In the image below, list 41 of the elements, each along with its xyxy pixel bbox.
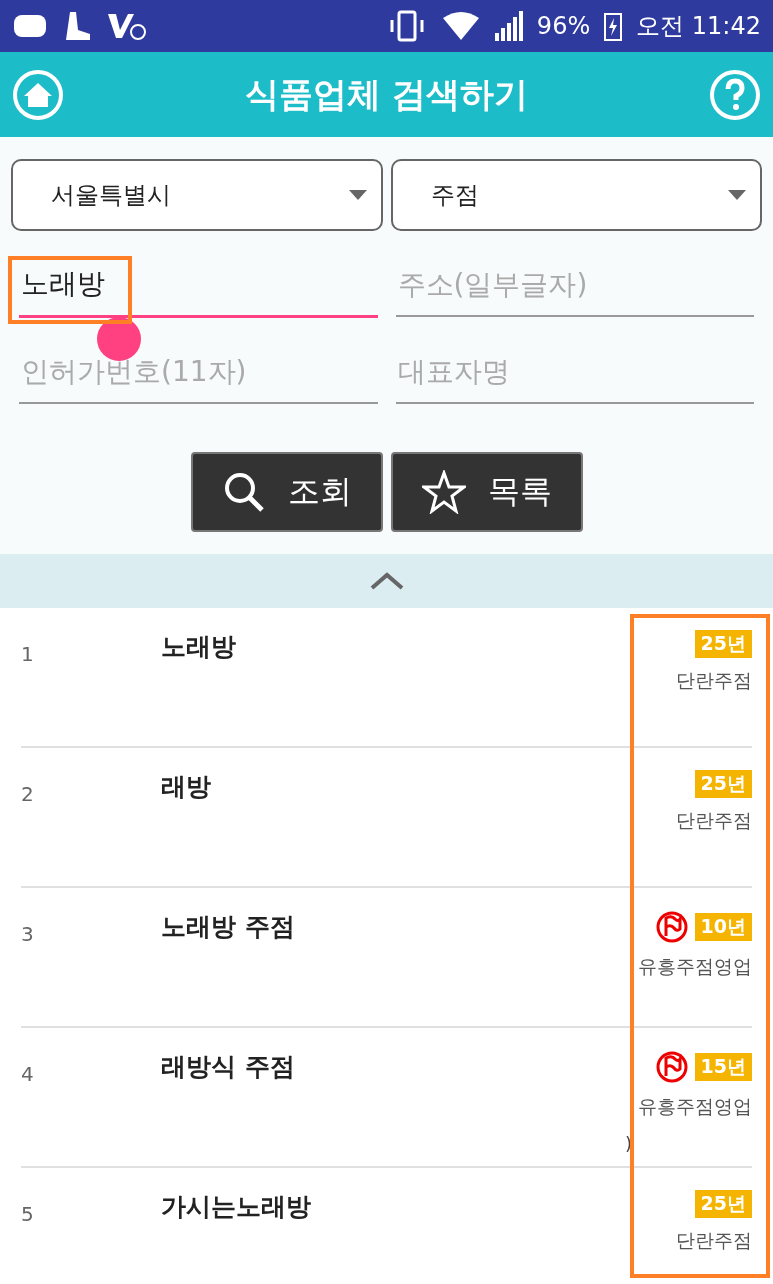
row-text: ) bbox=[624, 1133, 632, 1154]
category-label: 단란주점 bbox=[676, 1228, 752, 1253]
page-title: 식품업체 검색하기 bbox=[244, 72, 529, 116]
business-name[interactable]: 래방식 주점 bbox=[161, 1050, 638, 1083]
input-field[interactable]: 대표자명 bbox=[395, 340, 754, 404]
years-badge: 15년 bbox=[694, 1053, 752, 1081]
category-label: 유흥주점영업 bbox=[638, 954, 752, 979]
clock: 오전 11:42 bbox=[636, 11, 761, 42]
signal-icon bbox=[494, 11, 523, 41]
dropdown[interactable]: 서울특별시 bbox=[11, 159, 383, 231]
wifi-icon bbox=[440, 10, 481, 42]
dropdown[interactable]: 주점 bbox=[390, 159, 762, 231]
row-number: 5 bbox=[21, 1201, 35, 1228]
caret-icon bbox=[728, 190, 746, 200]
row-number: 4 bbox=[21, 1061, 35, 1088]
years-badge: 10년 bbox=[694, 913, 752, 941]
help-icon[interactable] bbox=[709, 68, 761, 121]
home-icon[interactable] bbox=[12, 68, 64, 121]
input-field[interactable]: 노래방 bbox=[19, 253, 378, 318]
input-field[interactable]: 주소(일부글자) bbox=[395, 253, 754, 317]
years-badge: 25년 bbox=[694, 630, 752, 658]
business-name[interactable]: 가시는노래방 bbox=[161, 1190, 676, 1223]
years-badge: 25년 bbox=[694, 1190, 752, 1218]
caret-icon bbox=[348, 190, 367, 200]
business-name[interactable]: 래방 bbox=[161, 770, 676, 803]
category-label: 단란주점 bbox=[676, 668, 752, 693]
category-label: 단란주점 bbox=[676, 808, 752, 833]
row-number: 3 bbox=[21, 921, 35, 948]
list-button[interactable]: 목록 bbox=[390, 452, 583, 532]
star-icon bbox=[421, 470, 466, 514]
input-field[interactable]: 인허가번호(11자) bbox=[19, 340, 378, 404]
search-button[interactable]: 조회 bbox=[190, 452, 383, 532]
category-label: 유흥주점영업 bbox=[638, 1094, 752, 1119]
battery-icon bbox=[604, 11, 623, 41]
business-name[interactable]: 노래방 bbox=[161, 630, 676, 663]
row-number: 1 bbox=[21, 641, 35, 668]
years-badge: 25년 bbox=[694, 770, 752, 798]
row-number: 2 bbox=[21, 781, 35, 808]
chevron-up-icon[interactable] bbox=[369, 572, 404, 590]
business-name[interactable]: 노래방 주점 bbox=[161, 910, 638, 943]
battery-percent: 96% bbox=[536, 12, 591, 40]
